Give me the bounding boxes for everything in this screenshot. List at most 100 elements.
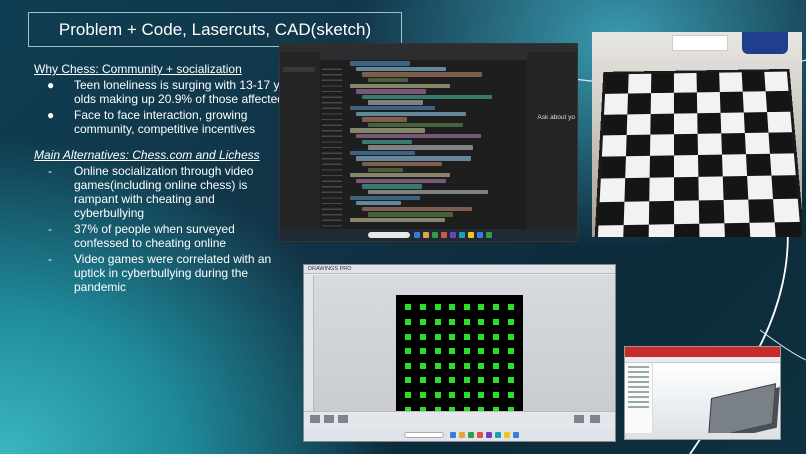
board-square bbox=[720, 112, 745, 134]
laser-cell bbox=[430, 388, 445, 403]
board-square bbox=[650, 113, 674, 135]
laser-marker bbox=[507, 392, 514, 399]
laser-marker bbox=[434, 304, 441, 311]
code-line bbox=[368, 100, 423, 105]
laser-marker bbox=[434, 392, 441, 399]
code-line bbox=[356, 201, 401, 206]
laser-marker bbox=[493, 348, 500, 355]
laser-marker bbox=[463, 392, 470, 399]
physical-chessboard bbox=[597, 71, 802, 237]
cad-viewport bbox=[653, 363, 780, 439]
code-lines bbox=[320, 61, 527, 223]
board-square bbox=[724, 222, 751, 237]
laser-marker bbox=[405, 392, 412, 399]
laser-cell bbox=[445, 344, 460, 359]
laser-marker bbox=[405, 377, 412, 384]
line-numbers bbox=[322, 66, 342, 229]
photo-object bbox=[672, 35, 728, 51]
laser-marker bbox=[405, 318, 412, 325]
laser-cell bbox=[401, 300, 416, 315]
laser-marker bbox=[449, 377, 456, 384]
code-line bbox=[356, 89, 426, 94]
laser-cell bbox=[416, 344, 431, 359]
laser-cell bbox=[430, 300, 445, 315]
laser-marker bbox=[405, 304, 412, 311]
slide-title: Problem + Code, Lasercuts, CAD(sketch) bbox=[58, 19, 372, 39]
board-square bbox=[674, 199, 700, 224]
code-line bbox=[350, 150, 415, 156]
editor-chat-panel: Ask about yo bbox=[527, 52, 577, 229]
board-square bbox=[624, 177, 650, 202]
board-square bbox=[623, 200, 650, 225]
code-line bbox=[350, 217, 445, 223]
laser-cell bbox=[489, 388, 504, 403]
laser-cell bbox=[416, 388, 431, 403]
board-square bbox=[674, 223, 700, 237]
laser-cell bbox=[474, 300, 489, 315]
laser-marker bbox=[493, 318, 500, 325]
laser-cell bbox=[489, 300, 504, 315]
code-editor-screenshot: Ask about yo bbox=[279, 43, 578, 242]
board-square bbox=[697, 112, 722, 134]
editor-code-area bbox=[320, 52, 527, 229]
laser-marker bbox=[449, 304, 456, 311]
laser-marker bbox=[419, 304, 426, 311]
list-item: ● Teen loneliness is surging with 13-17 y… bbox=[47, 78, 284, 106]
code-line bbox=[350, 173, 450, 178]
laser-marker bbox=[463, 377, 470, 384]
laser-marker bbox=[434, 377, 441, 384]
laser-cell bbox=[474, 315, 489, 330]
laser-cell bbox=[489, 373, 504, 388]
board-square bbox=[602, 113, 628, 136]
laser-marker bbox=[419, 333, 426, 340]
board-square bbox=[767, 111, 793, 133]
board-square bbox=[598, 201, 625, 226]
laser-menubar: DRAWINGS PRO bbox=[304, 265, 615, 274]
code-line bbox=[362, 117, 407, 122]
board-square bbox=[771, 175, 798, 199]
code-line bbox=[350, 195, 420, 200]
laser-marker bbox=[507, 362, 514, 369]
laser-cell bbox=[445, 329, 460, 344]
laser-cell bbox=[416, 329, 431, 344]
code-line bbox=[362, 184, 422, 189]
laser-marker bbox=[449, 333, 456, 340]
code-line bbox=[350, 128, 425, 133]
laser-cell bbox=[401, 315, 416, 330]
laser-cell bbox=[401, 344, 416, 359]
list-item: -37% of people when surveyed confessed t… bbox=[48, 222, 235, 250]
laser-cell bbox=[474, 373, 489, 388]
laser-canvas bbox=[304, 275, 615, 422]
laser-cell bbox=[416, 359, 431, 374]
board-square bbox=[698, 176, 724, 200]
laser-marker bbox=[463, 304, 470, 311]
bullet-dot-icon: ● bbox=[47, 78, 55, 92]
board-square bbox=[698, 154, 723, 178]
laser-cell bbox=[474, 329, 489, 344]
laser-marker bbox=[478, 377, 485, 384]
board-square bbox=[699, 222, 726, 237]
list-item: - Online socialization through video game… bbox=[48, 164, 254, 220]
board-square bbox=[721, 132, 746, 155]
laser-cell bbox=[401, 388, 416, 403]
laser-marker bbox=[507, 348, 514, 355]
taskbar bbox=[304, 429, 615, 441]
board-square bbox=[774, 221, 802, 237]
taskbar-icons bbox=[450, 432, 519, 438]
laser-marker bbox=[405, 348, 412, 355]
laser-chessboard-grid bbox=[396, 295, 523, 422]
board-square bbox=[745, 153, 772, 177]
board-square bbox=[650, 73, 674, 94]
dash-icon: - bbox=[48, 222, 52, 236]
laser-cell bbox=[460, 359, 475, 374]
laser-left-toolbar bbox=[304, 275, 314, 411]
laser-cell bbox=[460, 388, 475, 403]
laser-cell bbox=[503, 344, 518, 359]
laser-cell bbox=[489, 359, 504, 374]
editor-titlebar bbox=[280, 44, 577, 52]
laser-cell bbox=[401, 359, 416, 374]
board-square bbox=[697, 133, 722, 155]
code-line bbox=[362, 94, 492, 100]
laser-marker bbox=[493, 362, 500, 369]
laser-cell bbox=[445, 300, 460, 315]
